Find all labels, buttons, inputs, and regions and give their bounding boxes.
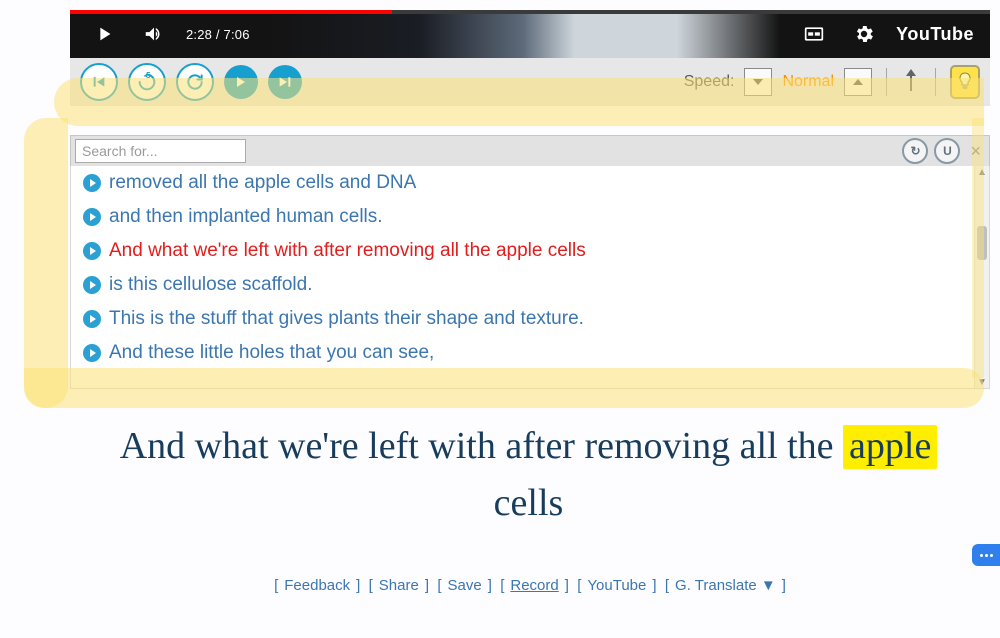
share-link[interactable]: Share	[379, 577, 419, 594]
transcript-scrollbar[interactable]: ▲ ▼	[974, 166, 989, 388]
scrollbar-down-icon[interactable]: ▼	[975, 376, 989, 388]
speed-down-button[interactable]	[744, 68, 772, 96]
transcript-text: And these little holes that you can see,	[109, 342, 434, 364]
play-button[interactable]	[224, 65, 258, 99]
youtube-link[interactable]: YouTube	[587, 577, 646, 594]
caption-before: And what we're left with after removing …	[120, 425, 843, 467]
refresh-transcript-icon[interactable]: ↻	[902, 138, 928, 164]
save-link[interactable]: Save	[448, 577, 482, 594]
progress-track[interactable]	[70, 10, 990, 14]
transcript-text: This is the stuff that gives plants thei…	[109, 308, 584, 330]
play-icon[interactable]	[86, 16, 122, 52]
lightbulb-icon[interactable]	[950, 65, 980, 99]
transcript-play-icon[interactable]	[83, 242, 101, 260]
transcript-play-icon[interactable]	[83, 208, 101, 226]
caption-after: cells	[494, 482, 564, 524]
transcript-line[interactable]: This is the stuff that gives plants thei…	[71, 302, 975, 336]
transcript-line[interactable]: And these little holes that you can see,	[71, 336, 975, 370]
close-icon[interactable]: ×	[966, 141, 985, 162]
captions-icon[interactable]	[796, 16, 832, 52]
scroll-top-button[interactable]	[901, 69, 921, 95]
transcript-play-icon[interactable]	[83, 276, 101, 294]
transcript-line[interactable]: is this cellulose scaffold.	[71, 268, 975, 302]
scrollbar-up-icon[interactable]: ▲	[975, 166, 989, 178]
time-display: 2:28 / 7:06	[186, 27, 250, 42]
speed-up-button[interactable]	[844, 68, 872, 96]
scrollbar-thumb[interactable]	[977, 226, 987, 260]
progress-filled	[70, 10, 392, 14]
search-input[interactable]	[75, 139, 246, 163]
rewind-5-button[interactable]: -5	[128, 63, 166, 101]
caption-highlight-word[interactable]: apple	[843, 425, 937, 469]
transcript-line[interactable]: removed all the apple cells and DNA	[71, 166, 975, 200]
action-links-row: [Feedback] [Share] [Save] [Record] [YouT…	[70, 577, 990, 594]
next-section-button[interactable]	[268, 65, 302, 99]
transcript-search-row: ↻ U ×	[70, 135, 990, 167]
transcript-body[interactable]: removed all the apple cells and DNA and t…	[71, 166, 975, 388]
gtranslate-link[interactable]: G. Translate ▼	[675, 577, 776, 594]
feedback-link[interactable]: Feedback	[284, 577, 350, 594]
transcript-text: removed all the apple cells and DNA	[109, 172, 416, 194]
transcript-play-icon[interactable]	[83, 174, 101, 192]
u-icon[interactable]: U	[934, 138, 960, 164]
video-player-bar: 2:28 / 7:06 YouTube	[70, 10, 990, 58]
playback-toolbar: -5 Speed: Normal	[70, 58, 990, 106]
speed-label: Speed:	[684, 73, 735, 91]
record-link[interactable]: Record	[510, 577, 558, 594]
transcript-text: is this cellulose scaffold.	[109, 274, 312, 296]
chat-icon[interactable]	[972, 544, 1000, 566]
rewind-5-label: -5	[143, 71, 150, 80]
transcript-line[interactable]: And what we're left with after removing …	[71, 234, 975, 268]
gear-icon[interactable]	[846, 16, 882, 52]
reload-button[interactable]	[176, 63, 214, 101]
transcript-play-icon[interactable]	[83, 344, 101, 362]
transcript-line[interactable]: and then implanted human cells.	[71, 200, 975, 234]
current-caption: And what we're left with after removing …	[85, 418, 972, 532]
transcript-play-icon[interactable]	[83, 310, 101, 328]
transcript-text: and then implanted human cells.	[109, 206, 383, 228]
speed-value: Normal	[782, 73, 834, 91]
prev-section-button[interactable]	[80, 63, 118, 101]
transcript-text: And what we're left with after removing …	[109, 240, 586, 262]
youtube-logo[interactable]: YouTube	[896, 24, 974, 45]
video-thumbnail-strip	[266, 10, 781, 58]
volume-icon[interactable]	[136, 16, 172, 52]
transcript-panel: removed all the apple cells and DNA and t…	[70, 166, 990, 389]
